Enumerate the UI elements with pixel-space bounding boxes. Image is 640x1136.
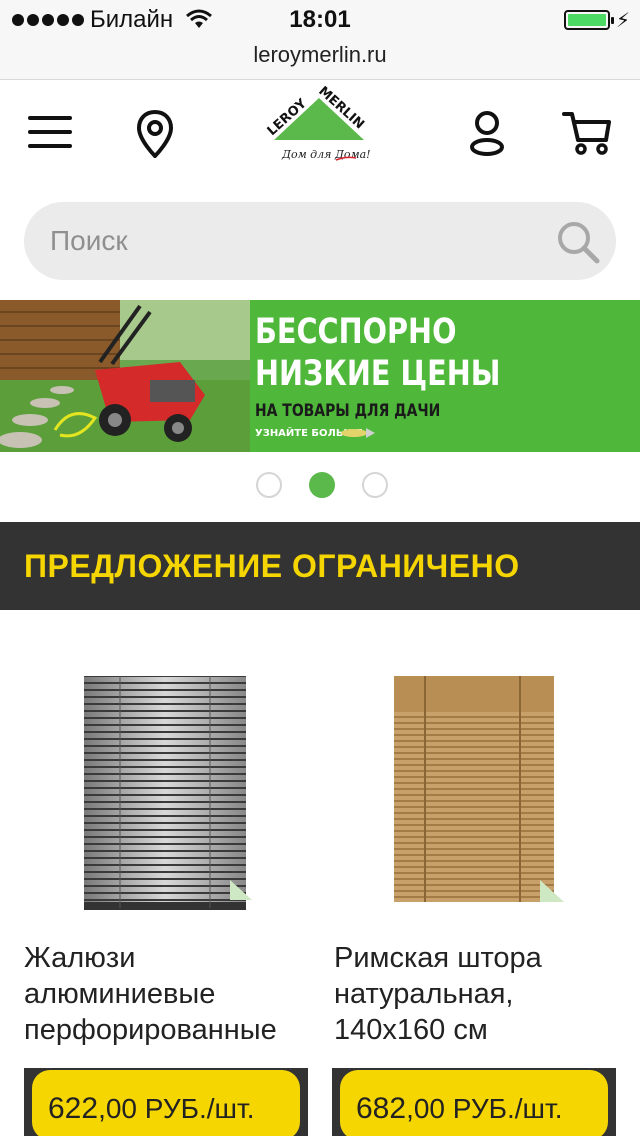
product-card[interactable]: Римская штора натуральная, 140x160 см 68…	[320, 610, 620, 1136]
product-card[interactable]: Жалюзи алюминиевые перфорированные 622,0…	[0, 610, 308, 1136]
search-icon[interactable]	[556, 220, 600, 264]
leroy-merlin-logo[interactable]: LEROY MERLIN Дом для Дома!	[266, 86, 372, 174]
svg-text:Дом для Дома!: Дом для Дома!	[281, 148, 371, 161]
offer-title: ПРЕДЛОЖЕНИЕ ОГРАНИЧЕНО	[24, 548, 520, 584]
site-header: LEROY MERLIN Дом для Дома!	[0, 80, 640, 190]
product-image-blinds[interactable]	[70, 670, 260, 920]
status-bar: Билайн 18:01 ⚡	[0, 0, 640, 40]
price-integer: 622	[48, 1092, 99, 1125]
clock: 18:01	[289, 6, 351, 33]
battery-icon	[564, 10, 614, 30]
search-bar[interactable]	[24, 202, 616, 280]
banner-headline-2: НИЗКИЕ ЦЕНЫ	[255, 354, 501, 394]
promo-banner[interactable]: БЕССПОРНО НИЗКИЕ ЦЕНЫ НА ТОВАРЫ ДЛЯ ДАЧИ…	[0, 300, 640, 452]
search-input[interactable]	[50, 202, 550, 280]
price-tag: 682,00 РУБ./шт.	[332, 1068, 616, 1136]
price-fraction: ,00	[406, 1093, 445, 1124]
offer-section-header: ПРЕДЛОЖЕНИЕ ОГРАНИЧЕНО	[0, 522, 640, 610]
lawn-mower-image	[0, 300, 250, 452]
product-name[interactable]: Римская штора натуральная, 140x160 см	[334, 940, 542, 1048]
price-tag: 622,00 РУБ./шт.	[24, 1068, 308, 1136]
charging-icon: ⚡	[616, 10, 631, 32]
product-name[interactable]: Жалюзи алюминиевые перфорированные	[24, 940, 277, 1048]
user-icon[interactable]	[468, 110, 506, 156]
product-image-roman-blind[interactable]	[370, 670, 570, 920]
carousel-indicator	[0, 472, 640, 498]
location-pin-icon[interactable]	[136, 110, 174, 158]
price-fraction: ,00	[98, 1093, 137, 1124]
arrow-right-icon	[341, 428, 375, 438]
carousel-dot[interactable]	[256, 472, 282, 498]
carousel-dot-active[interactable]	[309, 472, 335, 498]
price-integer: 682	[356, 1092, 407, 1125]
banner-subline: НА ТОВАРЫ ДЛЯ ДАЧИ	[255, 401, 441, 421]
address-url[interactable]: leroymerlin.ru	[0, 40, 640, 70]
menu-icon[interactable]	[28, 116, 72, 150]
price-unit: РУБ./шт.	[445, 1093, 563, 1124]
price-unit: РУБ./шт.	[137, 1093, 255, 1124]
cart-icon[interactable]	[562, 110, 612, 156]
banner-headline-1: БЕССПОРНО	[255, 312, 457, 352]
address-bar[interactable]: leroymerlin.ru	[0, 40, 640, 80]
carousel-dot[interactable]	[362, 472, 388, 498]
